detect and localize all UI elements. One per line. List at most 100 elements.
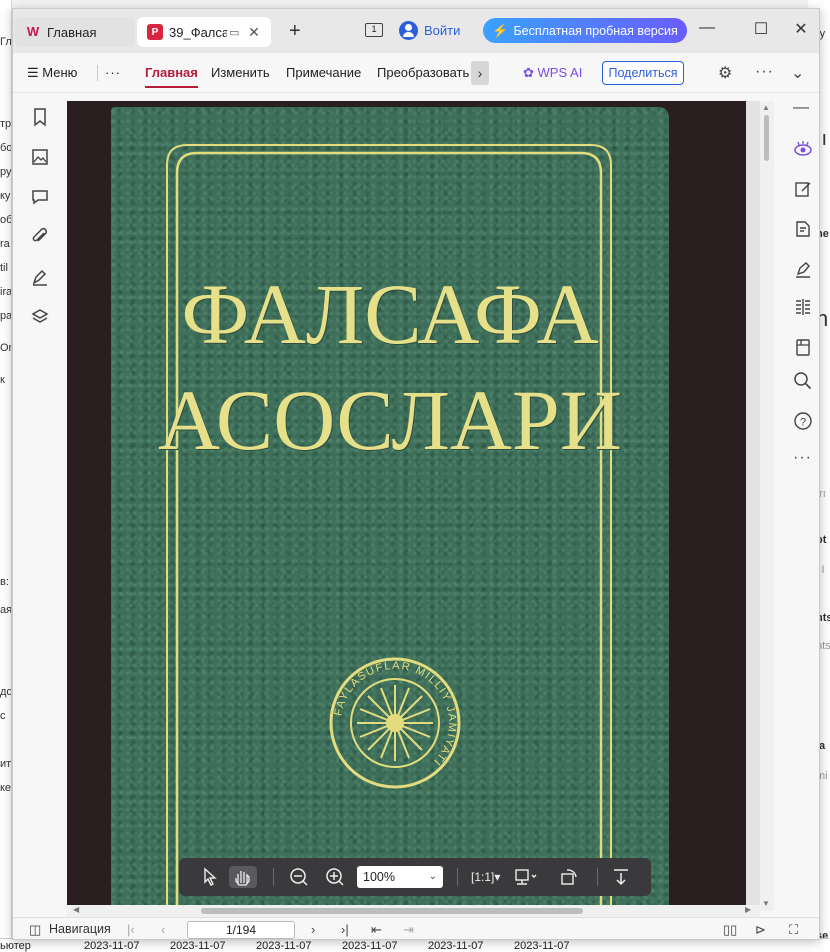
- sign-pen-icon[interactable]: [793, 259, 813, 279]
- horizontal-scrollbar[interactable]: ◀ ▶: [67, 905, 760, 917]
- bg-fragment: Гл: [0, 36, 12, 48]
- fullscreen-icon[interactable]: ⛶: [789, 922, 798, 938]
- bg-fragment: кеі: [0, 782, 12, 794]
- gear-icon[interactable]: ⚙: [718, 63, 732, 83]
- bg-fragment: об: [0, 214, 12, 226]
- tab-comment[interactable]: Примечание: [286, 65, 361, 80]
- chevron-down-icon[interactable]: ⌄: [791, 63, 804, 83]
- more-tools-icon[interactable]: ···: [793, 449, 813, 469]
- right-sidebar: — ? ···: [774, 93, 819, 913]
- more-button[interactable]: ···: [105, 65, 121, 80]
- play-icon[interactable]: ⊳: [755, 922, 766, 938]
- book-view-icon[interactable]: ▯▯: [723, 922, 737, 938]
- svg-text:?: ?: [800, 417, 806, 429]
- help-icon[interactable]: ?: [793, 411, 813, 431]
- forward-icon[interactable]: ⇥: [403, 922, 414, 938]
- bg-fragment: ру: [0, 166, 12, 178]
- bg-fragment: Or: [0, 342, 12, 354]
- maximize-icon[interactable]: ☐: [749, 19, 773, 39]
- ribbon-scroll-right-icon[interactable]: ›: [471, 61, 489, 85]
- rotate-icon[interactable]: [559, 866, 579, 888]
- more-options-icon[interactable]: ···: [755, 63, 774, 81]
- trial-button[interactable]: ⚡ Бесплатная пробная версия: [483, 18, 687, 43]
- wps-pdf-window: W Главная P 39_Фалсаф ▭ ✕ + 1 Войти ⚡ Бе…: [12, 8, 820, 940]
- search-icon[interactable]: [793, 371, 813, 391]
- share-button[interactable]: Поделиться: [602, 61, 684, 85]
- user-icon: [399, 21, 418, 40]
- taskbar-date: 2023-11-07: [170, 940, 226, 952]
- scroll-left-icon[interactable]: ◀: [73, 905, 79, 914]
- back-icon[interactable]: ⇤: [371, 922, 382, 938]
- attachment-icon[interactable]: [30, 227, 50, 247]
- zoom-out-icon[interactable]: [289, 866, 309, 888]
- signature-icon[interactable]: [30, 267, 50, 287]
- bg-fragment: бо: [0, 142, 12, 154]
- taskbar-date: 2023-11-07: [428, 940, 484, 952]
- scroll-down-icon[interactable]: ▼: [762, 899, 770, 908]
- page-number-input[interactable]: 1/194: [187, 921, 295, 939]
- navigation-label[interactable]: Навигация: [49, 922, 111, 936]
- trial-label: Бесплатная пробная версия: [513, 23, 678, 38]
- last-page-icon[interactable]: ›|: [341, 922, 349, 937]
- print-form-icon[interactable]: [793, 337, 813, 357]
- tab-home-ribbon[interactable]: Главная: [145, 65, 198, 88]
- taskbar-label: ьютер: [0, 940, 31, 952]
- bookmark-icon[interactable]: [30, 107, 50, 127]
- scroll-right-icon[interactable]: ▶: [745, 905, 751, 914]
- zoom-value: 100%: [363, 870, 395, 884]
- tab-label: 39_Фалсаф: [169, 24, 227, 40]
- scroll-mode-icon[interactable]: [611, 866, 631, 888]
- comment-icon[interactable]: [30, 187, 50, 207]
- first-page-icon[interactable]: |‹: [127, 922, 135, 937]
- next-page-icon[interactable]: ›: [311, 922, 315, 937]
- tab-convert[interactable]: Преобразовать: [377, 65, 469, 80]
- bg-fragment: тр: [0, 118, 12, 130]
- bg-fragment: ra: [0, 238, 10, 250]
- hand-tool-icon[interactable]: [229, 866, 257, 888]
- pdf-logo-icon: P: [147, 24, 163, 40]
- layers-icon[interactable]: [30, 307, 50, 327]
- mode-switch-icon[interactable]: 1: [365, 23, 383, 37]
- tab-home[interactable]: W Главная: [15, 17, 135, 47]
- login-label: Войти: [424, 23, 461, 38]
- vertical-scrollbar[interactable]: ▲ ▼: [760, 101, 774, 911]
- image-icon[interactable]: [30, 147, 50, 167]
- minimize-icon[interactable]: —: [695, 19, 719, 37]
- bg-fragment: ку: [0, 190, 11, 202]
- sidebar-toggle-icon[interactable]: ◫: [29, 922, 41, 938]
- scroll-thumb[interactable]: [764, 115, 769, 161]
- page-layout-icon[interactable]: [513, 866, 539, 888]
- ribbon-toolbar: ☰ Меню ··· Главная Изменить Примечание П…: [13, 53, 819, 93]
- monitor-icon[interactable]: ▭: [229, 26, 243, 39]
- lightning-icon: ⚡: [492, 22, 509, 38]
- close-window-icon[interactable]: ✕: [789, 19, 813, 39]
- tab-document[interactable]: P 39_Фалсаф ▭ ✕: [137, 17, 271, 47]
- scroll-up-icon[interactable]: ▲: [762, 103, 770, 112]
- prev-page-icon[interactable]: ‹: [161, 922, 165, 937]
- export-document-icon[interactable]: [793, 219, 813, 239]
- book-cover: ФАЛСАФА АСОСЛАРИ FAYLASUFLAR MILLIY JAMI…: [111, 107, 669, 905]
- login-button[interactable]: Войти: [399, 21, 460, 40]
- background-app-left: Гл тр бо ру ку об ra til ira ра Or к в: …: [0, 0, 12, 952]
- add-tab-icon[interactable]: +: [289, 21, 301, 41]
- edit-icon[interactable]: [793, 179, 813, 199]
- ai-eye-icon[interactable]: [793, 139, 813, 159]
- scroll-thumb[interactable]: [201, 908, 583, 914]
- cover-title-line2: АСОСЛАРИ: [158, 372, 622, 468]
- zoom-select[interactable]: 100% ⌄: [357, 866, 443, 888]
- collapse-icon[interactable]: —: [793, 99, 813, 119]
- document-viewport[interactable]: ФАЛСАФА АСОСЛАРИ FAYLASUFLAR MILLIY JAMI…: [67, 101, 760, 905]
- wps-ai-button[interactable]: ✿ WPS AI: [523, 65, 582, 81]
- bg-fragment: в:: [0, 576, 9, 588]
- tab-edit[interactable]: Изменить: [211, 65, 270, 80]
- status-bar: ◫ Навигация |‹ ‹ 1/194 › ›| ⇤ ⇥ ▯▯ ⊳ ⛶: [13, 917, 819, 939]
- menu-button[interactable]: ☰ Меню: [27, 65, 77, 81]
- compare-icon[interactable]: [793, 297, 813, 317]
- close-tab-icon[interactable]: ✕: [247, 24, 261, 41]
- title-bar: W Главная P 39_Фалсаф ▭ ✕ + 1 Войти ⚡ Бе…: [13, 9, 819, 53]
- actual-size-icon[interactable]: [1:1]▾: [471, 866, 500, 888]
- select-cursor-icon[interactable]: [201, 866, 219, 888]
- background-taskbar: ьютер 2023-11-07 2023-11-07 2023-11-07 2…: [0, 938, 830, 952]
- chevron-down-icon: ⌄: [428, 871, 437, 882]
- zoom-in-icon[interactable]: [325, 866, 345, 888]
